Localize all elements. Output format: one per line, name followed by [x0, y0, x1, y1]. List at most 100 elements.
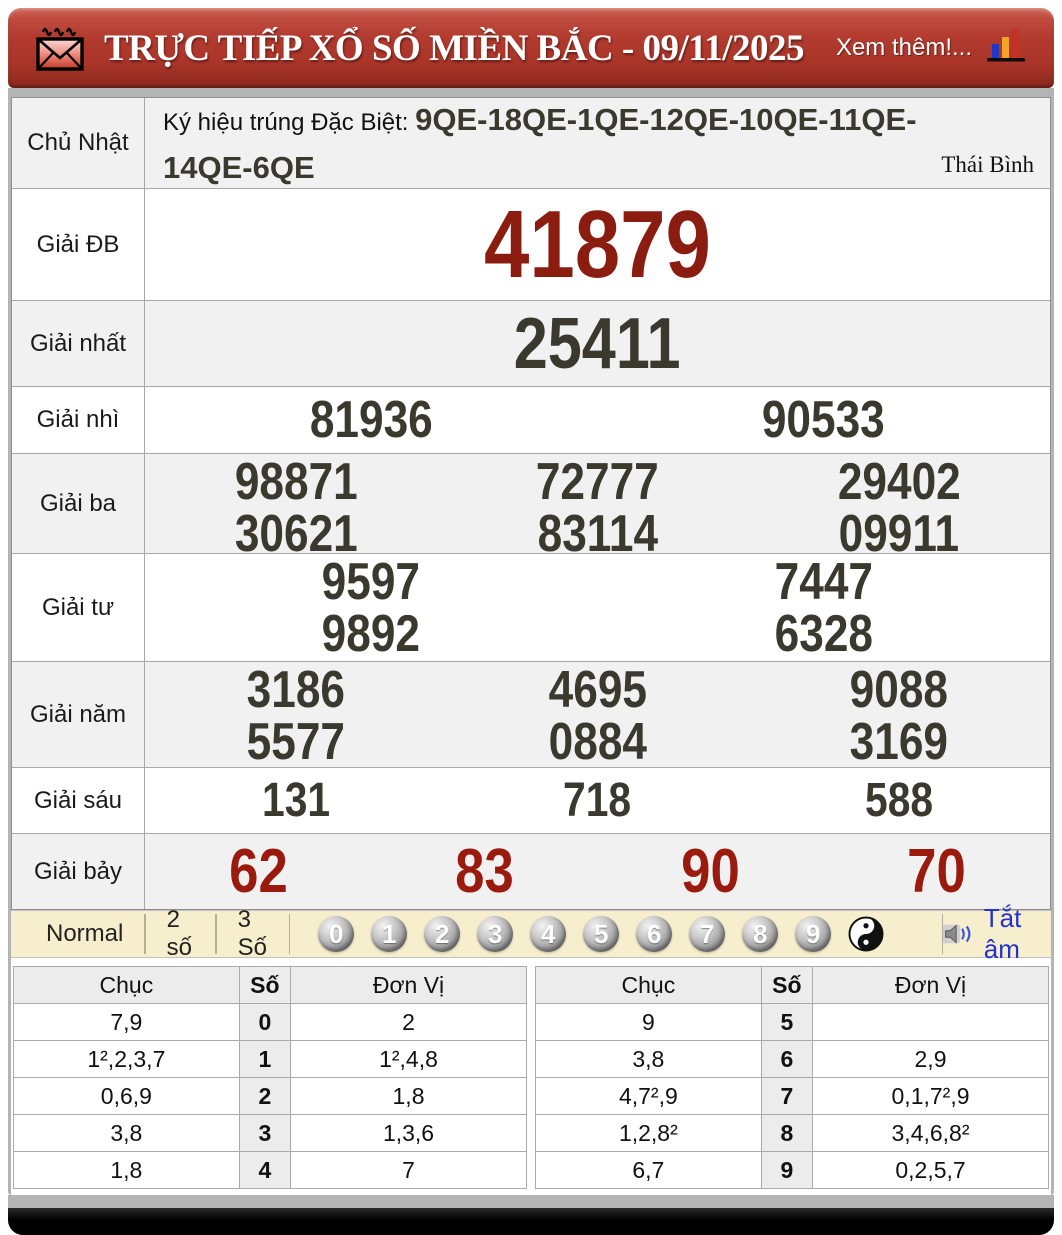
header-bar: TRỰC TIẾP XỔ SỐ MIỀN BẮC - 09/11/2025 Xe…	[8, 8, 1054, 88]
prize-row-fourth: Giải tư 9597 7447 9892 6328	[12, 554, 1050, 662]
prize-number: 83	[455, 836, 514, 906]
digit-button-4[interactable]: 4	[530, 916, 567, 952]
prize-number: 4695	[548, 661, 647, 719]
prize-row-first: Giải nhất 25411	[12, 301, 1050, 387]
mute-button[interactable]: Tắt âm	[943, 903, 1037, 965]
donvi-cell: 1,8	[290, 1077, 527, 1115]
donvi-cell: 7	[290, 1151, 527, 1189]
prize-number: 70	[907, 836, 967, 906]
prize-number: 41879	[484, 190, 711, 298]
mute-label: Tắt âm	[983, 903, 1022, 964]
digit-button-2[interactable]: 2	[424, 916, 461, 952]
prize-label: Giải ĐB	[12, 189, 145, 300]
prize-number: 72777	[536, 453, 659, 511]
footer-bar	[8, 1208, 1054, 1235]
footer-gray-strip	[8, 1195, 1054, 1208]
digit-button-8[interactable]: 8	[742, 916, 779, 952]
stats-row: 1,2,8² 8 3,4,6,8²	[535, 1114, 1049, 1152]
donvi-cell: 0,2,5,7	[812, 1151, 1049, 1189]
stats-header-row: Chục Số Đơn Vị	[535, 966, 1049, 1004]
prize-row-special: Giải ĐB 41879	[12, 189, 1050, 301]
so-cell: 7	[760, 1077, 814, 1115]
stats-row: 6,7 9 0,2,5,7	[535, 1151, 1049, 1189]
chuc-cell: 3,8	[535, 1040, 762, 1078]
mode-button-3so[interactable]: 3 Số	[217, 906, 289, 962]
prize-number: 588	[865, 773, 934, 827]
prize-row-sixth: Giải sáu 131 718 588	[12, 768, 1050, 834]
prize-label: Giải tư	[12, 554, 145, 661]
digit-button-6[interactable]: 6	[636, 916, 673, 952]
stats-row: 1²,2,3,7 1 1²,4,8	[13, 1040, 527, 1078]
chuc-cell: 6,7	[535, 1151, 762, 1189]
prize-number: 81936	[309, 391, 433, 449]
digit-button-5[interactable]: 5	[583, 916, 620, 952]
prize-label: Giải nhất	[12, 301, 145, 386]
donvi-cell	[812, 1003, 1049, 1041]
yin-yang-icon[interactable]	[848, 916, 884, 952]
prize-number: 83114	[537, 505, 658, 563]
so-cell: 1	[238, 1040, 292, 1078]
prize-label: Giải bảy	[12, 834, 145, 909]
digit-buttons: 0 1 2 3 4 5 6 7 8 9	[318, 916, 884, 952]
col-header-chuc: Chục	[13, 966, 240, 1004]
prize-number: 9597	[322, 553, 421, 611]
chuc-cell: 9	[535, 1003, 762, 1041]
digit-button-0[interactable]: 0	[318, 916, 355, 952]
prize-number: 6328	[774, 605, 873, 663]
bar-chart-icon[interactable]	[984, 25, 1028, 65]
col-header-donvi: Đơn Vị	[290, 966, 527, 1004]
results-body: Chủ Nhật Ký hiệu trúng Đặc Biệt: 9QE-18Q…	[8, 88, 1054, 1195]
stats-row: 7,9 0 2	[13, 1003, 527, 1041]
col-header-donvi: Đơn Vị	[812, 966, 1049, 1004]
digit-button-3[interactable]: 3	[477, 916, 514, 952]
divider	[288, 914, 291, 954]
page-title: TRỰC TIẾP XỔ SỐ MIỀN BẮC - 09/11/2025	[104, 27, 805, 69]
prize-number: 25411	[514, 303, 681, 384]
so-cell: 0	[238, 1003, 292, 1041]
so-cell: 2	[238, 1077, 292, 1115]
stats-table-right: Chục Số Đơn Vị 95 3,8 6 2,9 4,7²,9 7 0,1,7²,…	[535, 966, 1049, 1189]
stats-row: 3,8 6 2,9	[535, 1040, 1049, 1078]
chuc-cell: 1,2,8²	[535, 1114, 762, 1152]
donvi-cell: 0,1,7²,9	[812, 1077, 1049, 1115]
prize-number: 3186	[246, 661, 345, 719]
prize-row-third: Giải ba 98871 72777 29402 30621 83114 09…	[12, 453, 1050, 560]
lottery-widget: TRỰC TIẾP XỔ SỐ MIỀN BẮC - 09/11/2025 Xe…	[0, 0, 1062, 1235]
col-header-so: Số	[238, 966, 292, 1004]
prize-number: 7447	[774, 553, 873, 611]
prize-row-fifth: Giải năm 3186 4695 9088 5577 0884 3169	[12, 662, 1050, 768]
prize-label: Giải năm	[12, 662, 145, 767]
chuc-cell: 7,9	[13, 1003, 240, 1041]
prize-label: Giải nhì	[12, 387, 145, 453]
prize-number: 62	[228, 836, 288, 906]
so-cell: 5	[760, 1003, 814, 1041]
so-cell: 9	[760, 1151, 814, 1189]
prize-number: 29402	[837, 453, 961, 511]
stats-row: 0,6,9 2 1,8	[13, 1077, 527, 1115]
see-more-link[interactable]: Xem thêm!...	[836, 34, 972, 62]
donvi-cell: 3,4,6,8²	[812, 1114, 1049, 1152]
digit-button-9[interactable]: 9	[795, 916, 832, 952]
symbol-row: Chủ Nhật Ký hiệu trúng Đặc Biệt: 9QE-18Q…	[12, 98, 1050, 189]
stats-row: 1,8 4 7	[13, 1151, 527, 1189]
chuc-cell: 3,8	[13, 1114, 240, 1152]
mode-button-2so[interactable]: 2 số	[146, 906, 216, 962]
digit-button-7[interactable]: 7	[689, 916, 726, 952]
chuc-cell: 4,7²,9	[535, 1077, 762, 1115]
mode-button-normal[interactable]: Normal	[25, 920, 144, 948]
stats-header-row: Chục Số Đơn Vị	[13, 966, 527, 1004]
chuc-cell: 1²,2,3,7	[13, 1040, 240, 1078]
control-bar: Normal 2 số 3 Số 0 1 2 3 4 5 6 7 8 9 Tắt…	[11, 903, 1051, 964]
speaker-icon	[943, 924, 971, 944]
so-cell: 3	[238, 1114, 292, 1152]
prize-number: 0884	[548, 713, 647, 771]
prize-number: 131	[261, 773, 330, 827]
symbol-label: Ký hiệu trúng Đặc Biệt:	[163, 108, 416, 136]
prize-row-seventh: Giải bảy 62 83 90 70	[12, 834, 1050, 909]
prize-number: 5577	[246, 713, 345, 771]
stats-table-left: Chục Số Đơn Vị 7,9 0 2 1²,2,3,7 1 1²,4,8 0,6…	[13, 966, 527, 1189]
prize-label: Giải ba	[12, 454, 145, 553]
prize-number: 90	[681, 836, 740, 906]
digit-button-1[interactable]: 1	[371, 916, 408, 952]
donvi-cell: 2,9	[812, 1040, 1049, 1078]
